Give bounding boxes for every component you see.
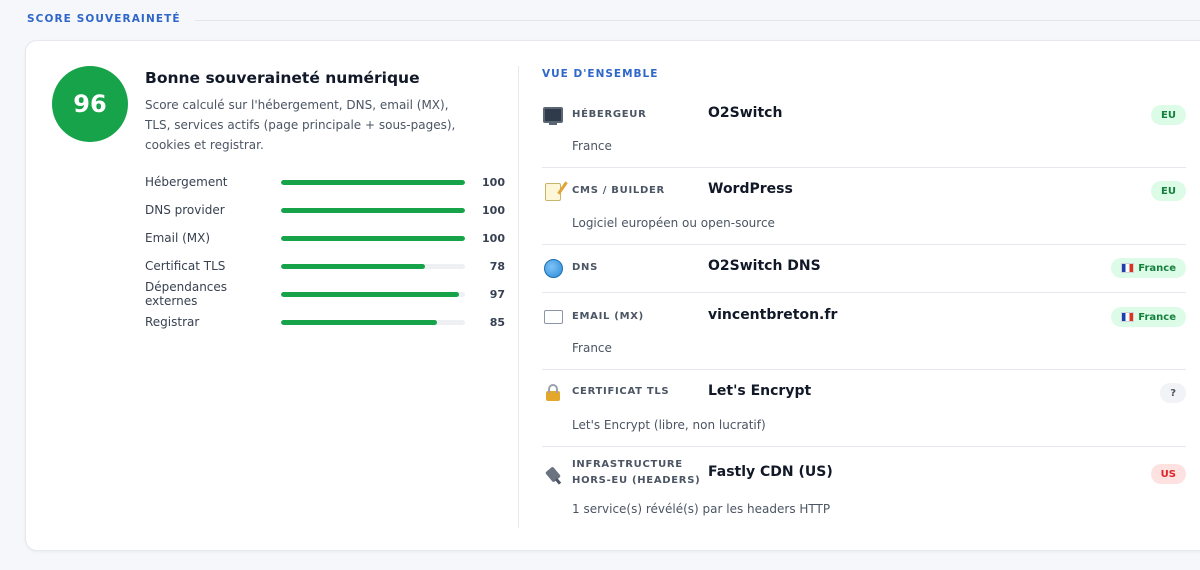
badge-label: France [1138, 262, 1176, 274]
metric-bar-track [281, 291, 465, 297]
metric-value: 100 [482, 203, 505, 217]
metric-label: Email (MX) [145, 231, 211, 245]
sovereignty-card: 96 Bonne souveraineté numérique Score ca… [25, 40, 1200, 551]
region-badge: EU [1151, 105, 1186, 125]
section-divider [194, 19, 1200, 21]
plug-icon [542, 464, 564, 484]
score-verdict: Bonne souveraineté numérique [145, 69, 420, 87]
metric-bar-fill [281, 235, 465, 241]
metric-bar-track [281, 179, 465, 185]
row-label-line2: HORS-EU (HEADERS) [572, 475, 701, 486]
badge-label: EU [1161, 185, 1176, 197]
metric-label: DNS provider [145, 203, 225, 217]
france-flag-icon [1121, 312, 1135, 322]
globe-icon [542, 258, 564, 278]
badge-label: France [1138, 311, 1176, 323]
overview-row-dns: DNS O2Switch DNS France [542, 245, 1186, 293]
row-value: O2Switch DNS [708, 258, 821, 274]
row-subtext: Logiciel européen ou open-source [572, 216, 775, 230]
region-badge: ? [1160, 383, 1186, 403]
row-subtext: 1 service(s) révélé(s) par les headers H… [572, 502, 831, 516]
overview-row-hosting: HÉBERGEUR O2Switch France EU [542, 91, 1186, 168]
metric-value: 97 [489, 287, 505, 301]
row-value: Fastly CDN (US) [708, 464, 833, 480]
metric-row: Registrar 85 [145, 308, 505, 336]
metric-row: Dépendances externes 97 [145, 280, 505, 308]
metric-row: Certificat TLS 78 [145, 252, 505, 280]
overview-list: HÉBERGEUR O2Switch France EU CMS / BUILD… [542, 91, 1186, 531]
region-badge: France [1111, 307, 1186, 327]
metric-row: DNS provider 100 [145, 196, 505, 224]
region-badge: France [1111, 258, 1186, 278]
metric-bar-fill [281, 319, 438, 325]
badge-label: ? [1170, 387, 1176, 399]
metric-label: Hébergement [145, 175, 228, 189]
row-label-line1: INFRASTRUCTURE [572, 459, 683, 470]
metric-row: Hébergement 100 [145, 168, 505, 196]
france-flag-icon [1121, 263, 1135, 273]
metric-label: Certificat TLS [145, 259, 226, 273]
row-subtext: France [572, 139, 612, 153]
overview-row-infrastructure: INFRASTRUCTURE HORS-EU (HEADERS) Fastly … [542, 447, 1186, 531]
metric-bar-fill [281, 207, 465, 213]
row-label: INFRASTRUCTURE HORS-EU (HEADERS) [572, 457, 700, 489]
metric-bar-fill [281, 263, 425, 269]
envelope-icon [542, 307, 564, 327]
metric-bar-track [281, 207, 465, 213]
metric-list: Hébergement 100 DNS provider 100 Email (… [145, 168, 505, 336]
overview-row-tls: CERTIFICAT TLS Let's Encrypt Let's Encry… [542, 370, 1186, 447]
section-title: SCORE SOUVERAINETÉ [27, 13, 181, 25]
metric-bar-fill [281, 291, 460, 297]
row-label: CERTIFICAT TLS [572, 386, 670, 397]
metric-bar-track [281, 235, 465, 241]
metric-label: Registrar [145, 315, 200, 329]
section-header: SCORE SOUVERAINETÉ [27, 13, 1200, 25]
lock-icon [542, 383, 564, 403]
row-label: CMS / BUILDER [572, 185, 665, 196]
score-value: 96 [73, 90, 107, 118]
score-circle: 96 [52, 66, 128, 142]
metric-row: Email (MX) 100 [145, 224, 505, 252]
overview-title: VUE D'ENSEMBLE [542, 68, 659, 80]
row-subtext: Let's Encrypt (libre, non lucratif) [572, 418, 766, 432]
row-label: HÉBERGEUR [572, 109, 647, 120]
metric-value: 100 [482, 175, 505, 189]
overview-row-cms: CMS / BUILDER WordPress Logiciel europée… [542, 168, 1186, 245]
row-value: WordPress [708, 181, 793, 197]
column-divider [518, 66, 519, 528]
badge-label: EU [1161, 109, 1176, 121]
overview-row-email: EMAIL (MX) vincentbreton.fr France Franc… [542, 293, 1186, 370]
row-value: O2Switch [708, 105, 783, 121]
metric-bar-track [281, 263, 465, 269]
row-value: Let's Encrypt [708, 383, 812, 399]
row-value: vincentbreton.fr [708, 307, 838, 323]
monitor-icon [542, 105, 564, 125]
row-subtext: France [572, 341, 612, 355]
score-description: Score calculé sur l'hébergement, DNS, em… [145, 98, 456, 152]
metric-bar-fill [281, 179, 465, 185]
row-label: DNS [572, 262, 598, 273]
badge-label: US [1160, 468, 1176, 480]
region-badge: US [1150, 464, 1186, 484]
metric-bar-track [281, 319, 465, 325]
metric-value: 85 [489, 315, 505, 329]
region-badge: EU [1151, 181, 1186, 201]
row-label: EMAIL (MX) [572, 311, 644, 322]
metric-value: 100 [482, 231, 505, 245]
metric-label: Dépendances externes [145, 280, 228, 308]
metric-value: 78 [489, 259, 505, 273]
memo-icon [542, 182, 564, 202]
